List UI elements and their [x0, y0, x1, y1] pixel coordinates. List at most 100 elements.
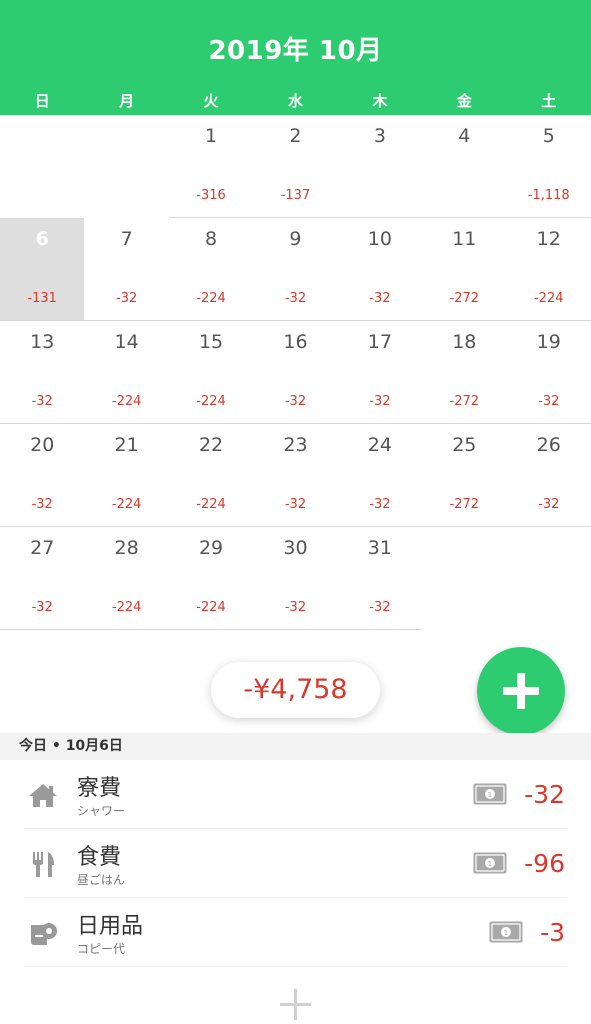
calendar-day-cell[interactable]: 10 -32	[337, 218, 423, 321]
calendar-day-cell[interactable]: 28 -224	[84, 527, 169, 630]
calendar-day-cell[interactable]: 11 -272	[422, 218, 507, 321]
calendar-day-amount: -224	[196, 497, 226, 512]
calendar-day-cell[interactable]: 29 -224	[168, 527, 254, 630]
calendar-day-cell[interactable]: 21 -224	[84, 424, 169, 527]
calendar-day-number: 27	[30, 537, 55, 559]
calendar-day-cell[interactable]: 1 -316	[168, 115, 254, 218]
calendar-week-row: 1 -316 2 -137 3 4 5 -1,118	[0, 115, 591, 218]
calendar-day-amount: -1,118	[527, 188, 570, 203]
calendar-day-number: 23	[283, 434, 308, 456]
calendar-day-amount: -32	[284, 291, 307, 306]
calendar-day-amount: -32	[31, 600, 53, 615]
calendar-day-cell[interactable]: 20 -32	[0, 424, 85, 527]
svg-text:1: 1	[488, 791, 492, 799]
entry-note: コピー代	[77, 942, 126, 956]
calendar-empty-cell	[84, 115, 168, 218]
weekday-wed: 水	[287, 92, 303, 110]
calendar-empty-cell	[0, 115, 84, 218]
calendar-day-cell[interactable]: 5 -1,118	[506, 115, 591, 218]
house-icon	[29, 784, 57, 807]
calendar-day-number: 1	[205, 125, 218, 147]
weekday-fri: 金	[456, 92, 472, 110]
calendar-day-amount: -316	[196, 188, 226, 203]
day-list-header: 今日 • 10月6日	[0, 733, 591, 760]
calendar-day-cell[interactable]: 6 -131	[0, 218, 85, 321]
cash-icon: 1	[473, 783, 507, 805]
weekday-sun: 日	[34, 92, 50, 110]
month-title[interactable]: 2019年 10月	[0, 30, 591, 67]
calendar-day-number: 6	[35, 228, 49, 250]
weekday-row: 日 月 火 水 木 金 土	[0, 88, 591, 115]
calendar-day-cell[interactable]: 16 -32	[253, 321, 338, 424]
weekday-sat: 土	[541, 92, 557, 110]
month-header: 2019年 10月 日 月 火 水 木 金 土	[0, 0, 591, 115]
calendar-day-amount: -224	[196, 291, 226, 306]
calendar-day-amount: -32	[369, 497, 391, 512]
calendar-day-cell[interactable]: 31 -32	[337, 527, 423, 630]
calendar-day-cell[interactable]: 25 -272	[422, 424, 507, 527]
calendar-day-number: 28	[114, 537, 139, 559]
calendar-day-amount: -32	[538, 394, 560, 409]
calendar-day-cell[interactable]: 14 -224	[84, 321, 169, 424]
calendar-day-cell[interactable]: 9 -32	[253, 218, 338, 321]
calendar-day-cell[interactable]: 8 -224	[168, 218, 254, 321]
calendar-day-cell[interactable]: 4	[422, 115, 507, 218]
calendar-day-number: 5	[542, 125, 555, 147]
entry-category: 日用品	[77, 914, 144, 939]
calendar-day-cell[interactable]: 15 -224	[168, 321, 254, 424]
calendar-empty-cell	[507, 527, 591, 630]
calendar-day-amount: -224	[111, 497, 142, 512]
calendar-grid: 1 -316 2 -137 3 4 5 -1,118 6 -131 7 -32 8 -224 9 -32 10 -…	[0, 115, 591, 630]
calendar-day-cell[interactable]: 17 -32	[337, 321, 423, 424]
calendar-day-cell[interactable]: 3	[337, 115, 423, 218]
calendar-day-number: 2	[289, 125, 302, 147]
calendar-day-cell[interactable]: 22 -224	[168, 424, 254, 527]
calendar-day-number: 13	[30, 331, 55, 353]
calendar-day-number: 31	[367, 537, 392, 559]
cash-icon: 1	[489, 921, 523, 943]
weekday-tue: 火	[203, 92, 219, 110]
calendar-day-cell[interactable]: 24 -32	[337, 424, 423, 527]
calendar-day-cell[interactable]: 2 -137	[253, 115, 338, 218]
add-entry-button[interactable]	[477, 647, 565, 735]
calendar-day-number: 9	[289, 228, 302, 250]
calendar-day-cell[interactable]: 7 -32	[84, 218, 169, 321]
calendar-day-cell[interactable]: 27 -32	[0, 527, 85, 630]
entry-category: 食費	[77, 845, 122, 870]
calendar-week-row: 20 -32 21 -224 22 -224 23 -32 24 -32 25 -272 26 -32	[0, 424, 591, 527]
calendar-day-cell[interactable]: 19 -32	[506, 321, 591, 424]
calendar-day-number: 25	[452, 434, 477, 456]
calendar-day-number: 29	[198, 537, 224, 559]
calendar-day-cell[interactable]: 26 -32	[506, 424, 591, 527]
monthly-total[interactable]: -¥4,758	[211, 662, 380, 718]
calendar-day-cell[interactable]: 12 -224	[506, 218, 591, 321]
toilet-paper-icon	[31, 923, 57, 945]
svg-text:1: 1	[504, 929, 508, 937]
calendar-day-number: 21	[114, 434, 139, 456]
calendar-day-amount: -32	[284, 600, 307, 615]
entry-amount: -96	[524, 849, 565, 878]
calendar-day-cell[interactable]: 23 -32	[253, 424, 338, 527]
calendar-day-cell[interactable]: 18 -272	[422, 321, 507, 424]
calendar-day-amount: -224	[111, 394, 142, 409]
calendar-day-amount: -32	[284, 394, 307, 409]
calendar-day-amount: -32	[116, 291, 138, 306]
calendar-day-amount: -32	[369, 600, 391, 615]
calendar-day-amount: -224	[196, 600, 226, 615]
svg-text:1: 1	[488, 860, 492, 868]
calendar-day-number: 16	[283, 331, 308, 353]
entry-row[interactable]: 寮費 シャワー 1 -32	[0, 760, 591, 829]
calendar-day-number: 22	[198, 434, 224, 456]
calendar-day-cell[interactable]: 13 -32	[0, 321, 85, 424]
calendar-day-amount: -32	[31, 497, 53, 512]
calendar-day-number: 4	[458, 125, 471, 147]
add-more-button[interactable]	[280, 989, 311, 1020]
calendar-day-number: 17	[367, 331, 392, 353]
calendar-day-number: 8	[205, 228, 218, 250]
entry-row[interactable]: 日用品 コピー代 1 -3	[0, 898, 591, 967]
entry-row[interactable]: 食費 昼ごはん 1 -96	[0, 829, 591, 898]
calendar-day-number: 24	[367, 434, 392, 456]
fork-knife-icon	[33, 852, 54, 877]
calendar-day-amount: -272	[449, 291, 480, 306]
calendar-day-cell[interactable]: 30 -32	[253, 527, 338, 630]
